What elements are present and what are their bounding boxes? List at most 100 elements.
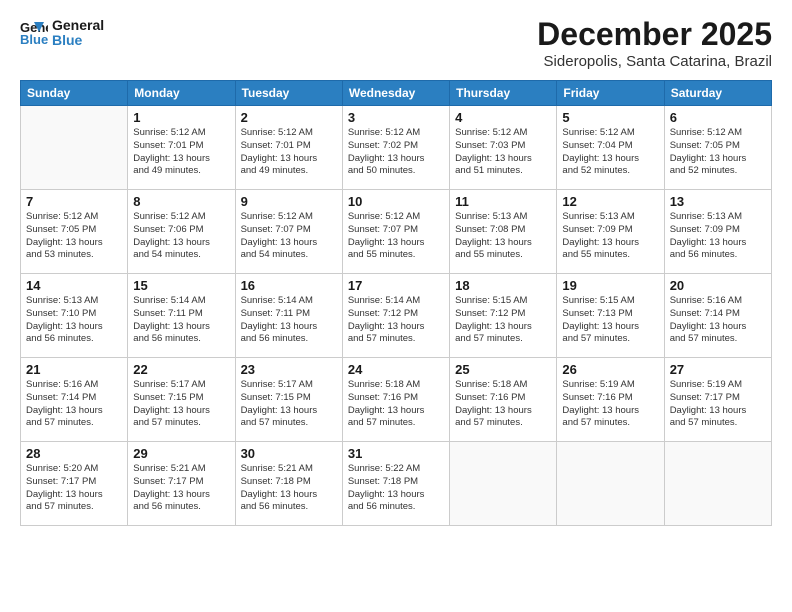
day-number: 27 <box>670 362 766 377</box>
calendar-week-5: 28Sunrise: 5:20 AM Sunset: 7:17 PM Dayli… <box>21 442 772 526</box>
day-number: 5 <box>562 110 658 125</box>
day-number: 7 <box>26 194 122 209</box>
day-number: 28 <box>26 446 122 461</box>
calendar-cell: 17Sunrise: 5:14 AM Sunset: 7:12 PM Dayli… <box>342 274 449 358</box>
title-block: December 2025 Sideropolis, Santa Catarin… <box>537 16 772 70</box>
day-number: 11 <box>455 194 551 209</box>
day-number: 29 <box>133 446 229 461</box>
weekday-header-monday: Monday <box>128 81 235 106</box>
calendar-cell: 3Sunrise: 5:12 AM Sunset: 7:02 PM Daylig… <box>342 106 449 190</box>
calendar-cell: 11 Sunrise: 5:13 AM Sunset: 7:08 PM Dayli… <box>450 190 557 274</box>
day-info: Sunrise: 5:15 AM Sunset: 7:13 PM Dayligh… <box>562 295 658 346</box>
calendar-cell: 28Sunrise: 5:20 AM Sunset: 7:17 PM Dayli… <box>21 442 128 526</box>
page: General Blue General Blue December 2025 … <box>0 0 792 612</box>
calendar-cell: 10Sunrise: 5:12 AM Sunset: 7:07 PM Dayli… <box>342 190 449 274</box>
calendar-cell: 13 Sunrise: 5:13 AM Sunset: 7:09 PM Dayli… <box>664 190 771 274</box>
day-number: 1 <box>133 110 229 125</box>
calendar-cell: 25 Sunrise: 5:18 AM Sunset: 7:16 PM Dayli… <box>450 358 557 442</box>
day-number: 26 <box>562 362 658 377</box>
calendar-week-3: 14Sunrise: 5:13 AM Sunset: 7:10 PM Dayli… <box>21 274 772 358</box>
day-number: 20 <box>670 278 766 293</box>
day-info: Sunrise: 5:16 AM Sunset: 7:14 PM Dayligh… <box>670 295 766 346</box>
calendar-cell: 21Sunrise: 5:16 AM Sunset: 7:14 PM Dayli… <box>21 358 128 442</box>
day-number: 24 <box>348 362 444 377</box>
day-info: Sunrise: 5:12 AM Sunset: 7:04 PM Dayligh… <box>562 127 658 178</box>
calendar-cell: 9 Sunrise: 5:12 AM Sunset: 7:07 PM Daylig… <box>235 190 342 274</box>
calendar-cell <box>450 442 557 526</box>
svg-text:Blue: Blue <box>20 32 48 46</box>
day-info: Sunrise: 5:22 AM Sunset: 7:18 PM Dayligh… <box>348 463 444 514</box>
day-info: Sunrise: 5:21 AM Sunset: 7:17 PM Dayligh… <box>133 463 229 514</box>
day-info: Sunrise: 5:13 AM Sunset: 7:09 PM Dayligh… <box>562 211 658 262</box>
weekday-header-thursday: Thursday <box>450 81 557 106</box>
calendar-cell: 23 Sunrise: 5:17 AM Sunset: 7:15 PM Dayli… <box>235 358 342 442</box>
calendar-cell: 15Sunrise: 5:14 AM Sunset: 7:11 PM Dayli… <box>128 274 235 358</box>
day-number: 18 <box>455 278 551 293</box>
header: General Blue General Blue December 2025 … <box>20 16 772 70</box>
logo-line2: Blue <box>52 33 104 48</box>
day-info: Sunrise: 5:13 AM Sunset: 7:09 PM Dayligh… <box>670 211 766 262</box>
calendar-cell: 14Sunrise: 5:13 AM Sunset: 7:10 PM Dayli… <box>21 274 128 358</box>
day-info: Sunrise: 5:12 AM Sunset: 7:06 PM Dayligh… <box>133 211 229 262</box>
weekday-header-tuesday: Tuesday <box>235 81 342 106</box>
calendar-cell: 16Sunrise: 5:14 AM Sunset: 7:11 PM Dayli… <box>235 274 342 358</box>
day-number: 31 <box>348 446 444 461</box>
day-info: Sunrise: 5:21 AM Sunset: 7:18 PM Dayligh… <box>241 463 337 514</box>
day-info: Sunrise: 5:18 AM Sunset: 7:16 PM Dayligh… <box>348 379 444 430</box>
calendar-cell: 27 Sunrise: 5:19 AM Sunset: 7:17 PM Dayli… <box>664 358 771 442</box>
day-number: 23 <box>241 362 337 377</box>
day-info: Sunrise: 5:12 AM Sunset: 7:01 PM Dayligh… <box>241 127 337 178</box>
day-info: Sunrise: 5:15 AM Sunset: 7:12 PM Dayligh… <box>455 295 551 346</box>
day-info: Sunrise: 5:14 AM Sunset: 7:12 PM Dayligh… <box>348 295 444 346</box>
calendar-cell: 24 Sunrise: 5:18 AM Sunset: 7:16 PM Dayli… <box>342 358 449 442</box>
calendar-cell: 5 Sunrise: 5:12 AM Sunset: 7:04 PM Daylig… <box>557 106 664 190</box>
calendar-cell <box>664 442 771 526</box>
day-info: Sunrise: 5:17 AM Sunset: 7:15 PM Dayligh… <box>133 379 229 430</box>
calendar-cell: 6Sunrise: 5:12 AM Sunset: 7:05 PM Daylig… <box>664 106 771 190</box>
weekday-header-sunday: Sunday <box>21 81 128 106</box>
calendar-cell: 4Sunrise: 5:12 AM Sunset: 7:03 PM Daylig… <box>450 106 557 190</box>
calendar-cell: 1 Sunrise: 5:12 AM Sunset: 7:01 PM Daylig… <box>128 106 235 190</box>
location: Sideropolis, Santa Catarina, Brazil <box>537 53 772 70</box>
day-info: Sunrise: 5:17 AM Sunset: 7:15 PM Dayligh… <box>241 379 337 430</box>
day-info: Sunrise: 5:12 AM Sunset: 7:01 PM Dayligh… <box>133 127 229 178</box>
weekday-header-saturday: Saturday <box>664 81 771 106</box>
day-number: 9 <box>241 194 337 209</box>
day-info: Sunrise: 5:18 AM Sunset: 7:16 PM Dayligh… <box>455 379 551 430</box>
calendar-week-1: 1 Sunrise: 5:12 AM Sunset: 7:01 PM Daylig… <box>21 106 772 190</box>
calendar-table: SundayMondayTuesdayWednesdayThursdayFrid… <box>20 80 772 526</box>
calendar-cell: 2 Sunrise: 5:12 AM Sunset: 7:01 PM Daylig… <box>235 106 342 190</box>
weekday-header-friday: Friday <box>557 81 664 106</box>
day-number: 8 <box>133 194 229 209</box>
day-number: 19 <box>562 278 658 293</box>
calendar-cell: 20 Sunrise: 5:16 AM Sunset: 7:14 PM Dayli… <box>664 274 771 358</box>
calendar-cell: 22 Sunrise: 5:17 AM Sunset: 7:15 PM Dayli… <box>128 358 235 442</box>
calendar-cell: 19 Sunrise: 5:15 AM Sunset: 7:13 PM Dayli… <box>557 274 664 358</box>
day-info: Sunrise: 5:12 AM Sunset: 7:03 PM Dayligh… <box>455 127 551 178</box>
day-number: 21 <box>26 362 122 377</box>
day-number: 13 <box>670 194 766 209</box>
day-number: 16 <box>241 278 337 293</box>
day-number: 2 <box>241 110 337 125</box>
day-number: 25 <box>455 362 551 377</box>
calendar-cell: 31 Sunrise: 5:22 AM Sunset: 7:18 PM Dayli… <box>342 442 449 526</box>
calendar-cell: 8 Sunrise: 5:12 AM Sunset: 7:06 PM Daylig… <box>128 190 235 274</box>
calendar-cell <box>21 106 128 190</box>
day-number: 10 <box>348 194 444 209</box>
calendar-cell: 18 Sunrise: 5:15 AM Sunset: 7:12 PM Dayli… <box>450 274 557 358</box>
day-info: Sunrise: 5:19 AM Sunset: 7:17 PM Dayligh… <box>670 379 766 430</box>
calendar-week-4: 21Sunrise: 5:16 AM Sunset: 7:14 PM Dayli… <box>21 358 772 442</box>
day-info: Sunrise: 5:12 AM Sunset: 7:07 PM Dayligh… <box>241 211 337 262</box>
day-number: 14 <box>26 278 122 293</box>
logo: General Blue General Blue <box>20 16 104 49</box>
day-info: Sunrise: 5:12 AM Sunset: 7:05 PM Dayligh… <box>26 211 122 262</box>
day-info: Sunrise: 5:13 AM Sunset: 7:08 PM Dayligh… <box>455 211 551 262</box>
day-info: Sunrise: 5:19 AM Sunset: 7:16 PM Dayligh… <box>562 379 658 430</box>
logo-line1: General <box>52 18 104 33</box>
calendar-cell: 29 Sunrise: 5:21 AM Sunset: 7:17 PM Dayli… <box>128 442 235 526</box>
day-number: 22 <box>133 362 229 377</box>
day-info: Sunrise: 5:12 AM Sunset: 7:02 PM Dayligh… <box>348 127 444 178</box>
logo-icon: General Blue <box>20 18 48 46</box>
day-info: Sunrise: 5:12 AM Sunset: 7:05 PM Dayligh… <box>670 127 766 178</box>
calendar-cell: 26 Sunrise: 5:19 AM Sunset: 7:16 PM Dayli… <box>557 358 664 442</box>
